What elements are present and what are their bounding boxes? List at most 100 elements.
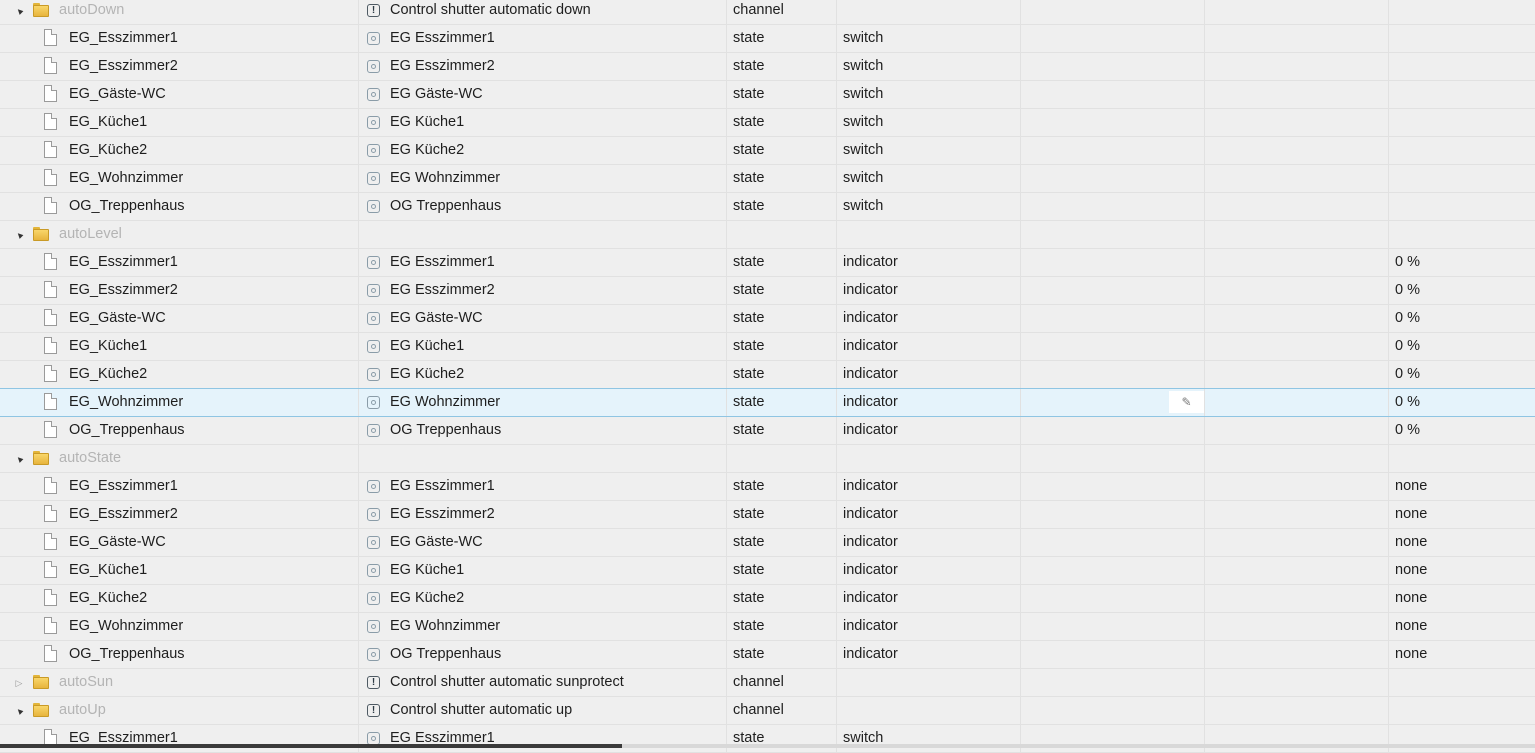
folder-name[interactable]: autoLevel [59, 221, 122, 248]
state-row[interactable]: EG_Esszimmer2 EG Esszimmer2 state switch [0, 53, 1535, 81]
room-cell[interactable] [1021, 249, 1205, 276]
value-cell[interactable] [1389, 697, 1535, 724]
function-cell[interactable] [1205, 669, 1389, 696]
room-cell[interactable] [1021, 697, 1205, 724]
folder-name[interactable]: autoState [59, 445, 121, 472]
room-cell[interactable] [1021, 529, 1205, 556]
object-id[interactable]: EG_Küche1 [69, 333, 147, 360]
collapse-triangle-icon[interactable]: ▷ [13, 669, 25, 696]
room-cell[interactable] [1021, 277, 1205, 304]
room-cell[interactable] [1021, 557, 1205, 584]
function-cell[interactable] [1205, 613, 1389, 640]
value-cell[interactable] [1389, 669, 1535, 696]
object-value[interactable]: none [1395, 529, 1427, 556]
folder-name[interactable]: autoUp [59, 697, 106, 724]
function-cell[interactable] [1205, 361, 1389, 388]
expand-triangle-icon[interactable]: ▲ [5, 697, 33, 724]
state-row[interactable]: OG_Treppenhaus OG Treppenhaus state indicat… [0, 417, 1535, 445]
room-cell[interactable] [1021, 361, 1205, 388]
expand-triangle-icon[interactable]: ▲ [5, 221, 33, 248]
function-cell[interactable] [1205, 249, 1389, 276]
room-cell[interactable] [1021, 445, 1205, 472]
value-cell[interactable]: 0 % [1389, 277, 1535, 304]
function-cell[interactable] [1205, 585, 1389, 612]
folder-row[interactable]: ▲ autoState [0, 445, 1535, 473]
value-cell[interactable]: none [1389, 585, 1535, 612]
state-row[interactable]: EG_Esszimmer1 EG Esszimmer1 state indicator… [0, 249, 1535, 277]
object-value[interactable]: 0 % [1395, 361, 1420, 388]
folder-name[interactable]: autoDown [59, 0, 124, 24]
function-cell[interactable] [1205, 277, 1389, 304]
folder-row[interactable]: ▷ autoSun! Control shutter automatic sunpr… [0, 669, 1535, 697]
function-cell[interactable] [1205, 445, 1389, 472]
object-id[interactable]: EG_Küche2 [69, 361, 147, 388]
room-cell[interactable] [1021, 221, 1205, 248]
object-id[interactable]: EG_Küche1 [69, 557, 147, 584]
value-cell[interactable]: 0 % [1389, 389, 1535, 416]
object-id[interactable]: EG_Gäste-WC [69, 81, 166, 108]
state-row[interactable]: OG_Treppenhaus OG Treppenhaus state switch [0, 193, 1535, 221]
value-cell[interactable] [1389, 81, 1535, 108]
state-row[interactable]: EG_Gäste-WC EG Gäste-WC state indicator none [0, 529, 1535, 557]
object-value[interactable]: none [1395, 585, 1427, 612]
room-cell[interactable] [1021, 333, 1205, 360]
object-id[interactable]: OG_Treppenhaus [69, 417, 185, 444]
value-cell[interactable] [1389, 109, 1535, 136]
object-id[interactable]: EG_Esszimmer2 [69, 277, 178, 304]
object-value[interactable]: 0 % [1395, 333, 1420, 360]
object-value[interactable]: 0 % [1395, 305, 1420, 332]
state-row[interactable]: EG_Gäste-WC EG Gäste-WC state indicator 0 % [0, 305, 1535, 333]
function-cell[interactable] [1205, 137, 1389, 164]
object-value[interactable]: none [1395, 557, 1427, 584]
function-cell[interactable] [1205, 557, 1389, 584]
value-cell[interactable] [1389, 445, 1535, 472]
value-cell[interactable]: 0 % [1389, 417, 1535, 444]
value-cell[interactable]: none [1389, 501, 1535, 528]
room-cell[interactable] [1021, 53, 1205, 80]
object-id[interactable]: EG_Wohnzimmer [69, 389, 183, 416]
state-row[interactable]: EG_Küche2 EG Küche2 state indicator 0 % [0, 361, 1535, 389]
value-cell[interactable] [1389, 165, 1535, 192]
value-cell[interactable] [1389, 137, 1535, 164]
value-cell[interactable]: 0 % [1389, 333, 1535, 360]
room-cell[interactable] [1021, 0, 1205, 24]
value-cell[interactable] [1389, 0, 1535, 24]
room-cell[interactable] [1021, 25, 1205, 52]
state-row[interactable]: EG_Küche2 EG Küche2 state indicator none [0, 585, 1535, 613]
object-id[interactable]: EG_Küche2 [69, 137, 147, 164]
function-cell[interactable] [1205, 641, 1389, 668]
function-cell[interactable] [1205, 0, 1389, 24]
value-cell[interactable]: none [1389, 557, 1535, 584]
function-cell[interactable] [1205, 193, 1389, 220]
object-value[interactable]: 0 % [1395, 389, 1420, 416]
state-row[interactable]: EG_Küche2 EG Küche2 state switch [0, 137, 1535, 165]
object-id[interactable]: EG_Küche1 [69, 109, 147, 136]
state-row[interactable]: EG_Esszimmer1 EG Esszimmer1 state indicator… [0, 473, 1535, 501]
object-value[interactable]: none [1395, 641, 1427, 668]
value-cell[interactable]: 0 % [1389, 305, 1535, 332]
value-cell[interactable] [1389, 25, 1535, 52]
function-cell[interactable] [1205, 221, 1389, 248]
scrollbar-thumb[interactable] [0, 744, 622, 748]
function-cell[interactable] [1205, 389, 1389, 416]
object-id[interactable]: EG_Esszimmer2 [69, 53, 178, 80]
object-id[interactable]: EG_Gäste-WC [69, 529, 166, 556]
object-value[interactable]: none [1395, 501, 1427, 528]
function-cell[interactable] [1205, 697, 1389, 724]
object-value[interactable]: none [1395, 473, 1427, 500]
state-row[interactable]: EG_Wohnzimmer EG Wohnzimmer state indicator… [0, 388, 1535, 417]
function-cell[interactable] [1205, 165, 1389, 192]
object-id[interactable]: EG_Esszimmer2 [69, 501, 178, 528]
room-cell[interactable] [1021, 81, 1205, 108]
function-cell[interactable] [1205, 305, 1389, 332]
object-value[interactable]: 0 % [1395, 249, 1420, 276]
object-value[interactable]: 0 % [1395, 277, 1420, 304]
state-row[interactable]: EG_Esszimmer1 EG Esszimmer1 state switch [0, 725, 1535, 753]
folder-row[interactable]: ▲ autoLevel [0, 221, 1535, 249]
value-cell[interactable] [1389, 53, 1535, 80]
function-cell[interactable] [1205, 417, 1389, 444]
object-id[interactable]: EG_Küche2 [69, 585, 147, 612]
value-cell[interactable]: 0 % [1389, 249, 1535, 276]
room-cell[interactable] [1021, 585, 1205, 612]
room-cell[interactable] [1021, 137, 1205, 164]
